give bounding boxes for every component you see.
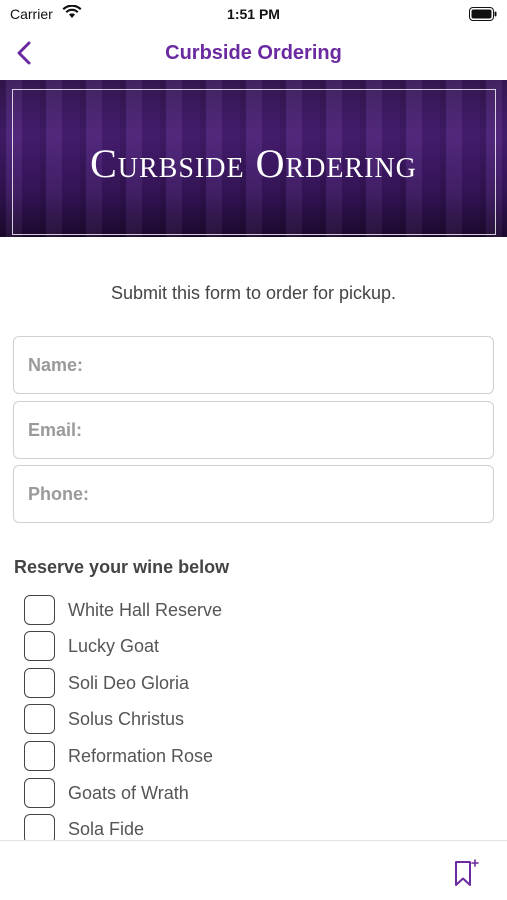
- wine-option[interactable]: White Hall Reserve: [24, 595, 324, 625]
- navigation-bar: Curbside Ordering: [0, 30, 507, 76]
- name-field[interactable]: [13, 336, 494, 394]
- battery-icon: [469, 7, 497, 26]
- status-bar: Carrier 1:51 PM: [0, 0, 507, 30]
- wine-label: Reformation Rose: [68, 746, 214, 766]
- bottom-toolbar: [0, 840, 507, 900]
- hero-title: Curbside Ordering: [90, 141, 417, 186]
- checkbox[interactable]: [24, 595, 55, 625]
- wine-label: Sola Fide: [68, 819, 145, 839]
- nav-title: Curbside Ordering: [165, 42, 342, 64]
- checkbox[interactable]: [24, 668, 55, 698]
- name-input[interactable]: [14, 337, 493, 393]
- status-time: 1:51 PM: [227, 6, 280, 22]
- wine-option[interactable]: Solus Christus: [24, 704, 324, 734]
- wine-label: White Hall Reserve: [68, 600, 223, 620]
- checkbox[interactable]: [24, 778, 55, 808]
- bookmark-add-icon: [455, 859, 479, 886]
- section-title: Reserve your wine below: [14, 557, 230, 577]
- hero-banner: Curbside Ordering: [0, 80, 507, 237]
- wine-option[interactable]: Reformation Rose: [24, 741, 324, 771]
- checkbox[interactable]: [24, 631, 55, 661]
- checkbox[interactable]: [24, 741, 55, 771]
- phone-input[interactable]: [14, 466, 493, 522]
- wine-label: Lucky Goat: [68, 636, 160, 656]
- email-field[interactable]: [13, 401, 494, 459]
- email-input[interactable]: [14, 402, 493, 458]
- wine-option[interactable]: Goats of Wrath: [24, 778, 324, 808]
- wine-option[interactable]: Soli Deo Gloria: [24, 668, 324, 698]
- wine-label: Solus Christus: [68, 709, 185, 729]
- wine-label: Soli Deo Gloria: [68, 673, 190, 693]
- checkbox[interactable]: [24, 704, 55, 734]
- intro-text: Submit this form to order for pickup.: [110, 283, 397, 303]
- phone-field[interactable]: [13, 465, 494, 523]
- bookmark-button[interactable]: [450, 857, 482, 889]
- wine-option[interactable]: Lucky Goat: [24, 631, 324, 661]
- wine-label: Goats of Wrath: [68, 783, 189, 803]
